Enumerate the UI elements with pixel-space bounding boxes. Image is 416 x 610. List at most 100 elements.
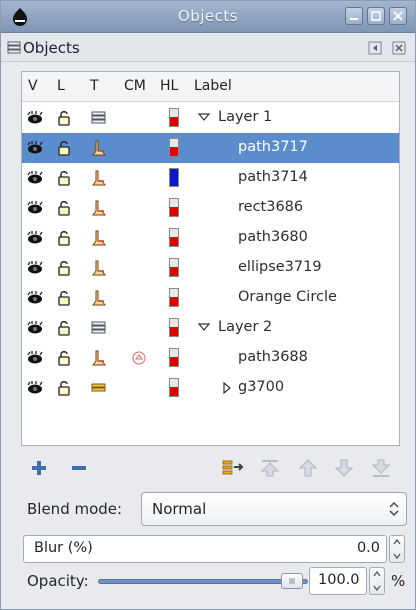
eye-visible-icon[interactable]	[26, 259, 44, 277]
highlight-color-swatch[interactable]	[169, 108, 179, 127]
maximize-button[interactable]	[367, 7, 385, 25]
unlocked-padlock-icon[interactable]	[56, 139, 74, 157]
close-icon	[393, 11, 403, 21]
blur-spinner[interactable]	[389, 535, 405, 563]
row-label[interactable]: path3717	[238, 139, 308, 155]
tree-row[interactable]: path3688	[22, 343, 399, 373]
path-object-icon	[92, 200, 106, 216]
highlight-color-swatch[interactable]	[169, 348, 179, 367]
eye-visible-icon[interactable]	[26, 229, 44, 247]
expanded-triangle-icon[interactable]	[198, 322, 210, 332]
highlight-color-swatch[interactable]	[169, 138, 179, 157]
opacity-slider[interactable]	[98, 579, 308, 584]
spin-down-icon[interactable]	[373, 584, 381, 592]
dock-iconify-icon[interactable]	[367, 40, 383, 56]
column-label[interactable]: Label	[194, 78, 232, 94]
opacity-spinner[interactable]	[369, 567, 385, 595]
row-label[interactable]: Layer 2	[218, 319, 272, 335]
column-locked[interactable]: L	[57, 78, 65, 94]
unlocked-padlock-icon[interactable]	[56, 169, 74, 187]
move-to-layer-icon[interactable]	[221, 457, 245, 479]
highlight-color-swatch[interactable]	[169, 258, 179, 277]
path-object-icon	[92, 170, 106, 186]
opacity-input[interactable]: 100.0	[309, 567, 367, 595]
clip-mask-icon	[132, 351, 146, 365]
lower-to-bottom-icon[interactable]	[369, 457, 393, 479]
objects-window: Objects Objects V L T CM HL Label Layer …	[0, 0, 416, 610]
expanded-triangle-icon[interactable]	[198, 112, 210, 122]
tree-row[interactable]: path3714	[22, 163, 399, 193]
row-label[interactable]: path3714	[238, 169, 308, 185]
row-label[interactable]: Layer 1	[218, 109, 272, 125]
highlight-color-swatch[interactable]	[169, 378, 179, 397]
collapsed-triangle-icon[interactable]	[222, 382, 232, 394]
eye-visible-icon[interactable]	[26, 169, 44, 187]
opacity-label: Opacity:	[27, 572, 89, 590]
blur-field[interactable]: Blur (%) 0.0	[23, 535, 387, 563]
unlocked-padlock-icon[interactable]	[56, 109, 74, 127]
spin-down-icon[interactable]	[393, 552, 401, 560]
unlocked-padlock-icon[interactable]	[56, 229, 74, 247]
maximize-icon	[371, 11, 381, 21]
tree-row[interactable]: Layer 1	[22, 103, 399, 133]
blur-value[interactable]: 0.0	[357, 540, 380, 556]
blend-mode-select[interactable]: Normal	[141, 492, 407, 526]
opacity-slider-handle[interactable]	[281, 573, 303, 589]
layer-type-icon	[91, 111, 106, 124]
tree-row[interactable]: ellipse3719	[22, 253, 399, 283]
column-clipmask[interactable]: CM	[124, 78, 146, 94]
row-label[interactable]: path3680	[238, 229, 308, 245]
add-layer-icon[interactable]	[27, 457, 51, 479]
highlight-color-swatch[interactable]	[169, 318, 179, 337]
highlight-color-swatch[interactable]	[169, 198, 179, 217]
title-bar[interactable]: Objects	[1, 1, 415, 33]
row-label[interactable]: ellipse3719	[238, 259, 322, 275]
tree-row[interactable]: g3700	[22, 373, 399, 403]
eye-visible-icon[interactable]	[26, 319, 44, 337]
opacity-value[interactable]: 100.0	[318, 572, 360, 588]
unlocked-padlock-icon[interactable]	[56, 319, 74, 337]
blend-mode-value: Normal	[152, 500, 207, 518]
highlight-color-swatch[interactable]	[169, 168, 179, 187]
unlocked-padlock-icon[interactable]	[56, 379, 74, 397]
tree-row[interactable]: rect3686	[22, 193, 399, 223]
close-button[interactable]	[389, 7, 407, 25]
row-label[interactable]: Orange Circle	[238, 289, 337, 305]
dock-header: Objects	[1, 34, 415, 62]
row-label[interactable]: path3688	[238, 349, 308, 365]
spin-up-icon[interactable]	[373, 570, 381, 578]
lower-icon[interactable]	[332, 457, 356, 479]
layer-type-icon	[91, 321, 106, 334]
raise-icon[interactable]	[296, 457, 320, 479]
tree-row[interactable]: Layer 2	[22, 313, 399, 343]
unlocked-padlock-icon[interactable]	[56, 259, 74, 277]
minimize-icon	[350, 18, 358, 20]
tree-row[interactable]: path3717	[22, 133, 399, 163]
highlight-color-swatch[interactable]	[169, 228, 179, 247]
objects-tree[interactable]: V L T CM HL Label Layer 1 path3717 path371…	[21, 71, 400, 446]
unlocked-padlock-icon[interactable]	[56, 199, 74, 217]
minimize-button[interactable]	[345, 7, 363, 25]
eye-visible-icon[interactable]	[26, 199, 44, 217]
raise-to-top-icon[interactable]	[258, 457, 282, 479]
unlocked-padlock-icon[interactable]	[56, 289, 74, 307]
dock-close-icon[interactable]	[391, 40, 407, 56]
path-object-icon	[92, 350, 106, 366]
row-label[interactable]: g3700	[238, 379, 284, 395]
eye-visible-icon[interactable]	[26, 379, 44, 397]
unlocked-padlock-icon[interactable]	[56, 349, 74, 367]
row-label[interactable]: rect3686	[238, 199, 303, 215]
highlight-color-swatch[interactable]	[169, 288, 179, 307]
column-type[interactable]: T	[90, 78, 99, 94]
tree-row[interactable]: path3680	[22, 223, 399, 253]
column-highlight[interactable]: HL	[160, 78, 178, 94]
tree-row[interactable]: Orange Circle	[22, 283, 399, 313]
column-visible[interactable]: V	[28, 78, 38, 94]
remove-icon[interactable]	[67, 457, 91, 479]
eye-visible-icon[interactable]	[26, 139, 44, 157]
eye-visible-icon[interactable]	[26, 109, 44, 127]
eye-visible-icon[interactable]	[26, 349, 44, 367]
eye-visible-icon[interactable]	[26, 289, 44, 307]
blend-mode-label: Blend mode:	[27, 500, 123, 518]
spin-up-icon[interactable]	[393, 538, 401, 546]
